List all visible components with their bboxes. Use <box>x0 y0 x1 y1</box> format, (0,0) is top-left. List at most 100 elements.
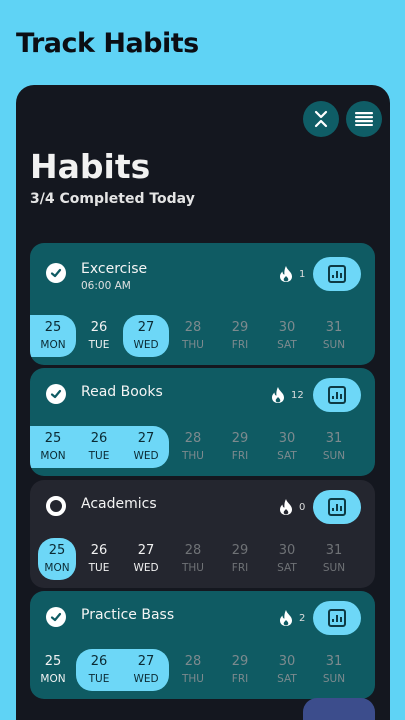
weekday-label: MON <box>44 562 70 574</box>
streak-count: 0 <box>299 502 306 513</box>
hamburger-menu-icon <box>355 112 373 126</box>
day-cell[interactable]: 30 SAT <box>264 649 310 691</box>
day-cell[interactable]: 27 WED <box>123 426 169 468</box>
streak-count: 1 <box>299 269 306 280</box>
completion-summary: 3/4 Completed Today <box>30 191 195 207</box>
day-number: 28 <box>184 320 202 335</box>
weekday-label: TUE <box>88 673 110 685</box>
weekday-label: THU <box>182 673 204 685</box>
weekday-label: WED <box>133 562 159 574</box>
day-number: 30 <box>278 431 296 446</box>
habit-card[interactable]: Excercise 06:00 AM 1 25 MON 26 TUE 27 WED 28 THU 29… <box>30 243 375 365</box>
flame-icon <box>280 610 292 626</box>
habit-card[interactable]: Practice Bass 2 25 MON 26 TUE 27 WED 28 THU 29 FRI 3… <box>30 591 375 699</box>
day-cell[interactable]: 29 FRI <box>217 315 263 357</box>
habit-card[interactable]: Academics 0 25 MON 26 TUE 27 WED 28 THU 29 FRI 30 SAT… <box>30 480 375 588</box>
day-cell[interactable]: 28 THU <box>170 649 216 691</box>
add-habit-button[interactable] <box>303 698 375 720</box>
day-cell[interactable]: 30 SAT <box>264 315 310 357</box>
habit-name: Read Books <box>81 384 163 400</box>
completed-toggle[interactable] <box>46 263 66 283</box>
incomplete-toggle[interactable] <box>46 496 66 516</box>
menu-button[interactable] <box>346 101 382 137</box>
weekday-label: WED <box>133 339 159 351</box>
day-number: 27 <box>137 543 155 558</box>
day-number: 25 <box>44 320 62 335</box>
day-cell[interactable]: 30 SAT <box>264 538 310 580</box>
weekday-label: SUN <box>322 450 346 462</box>
stats-button[interactable] <box>313 378 361 412</box>
day-cell[interactable]: 27 WED <box>123 315 169 357</box>
habit-name: Academics <box>81 496 157 512</box>
day-number: 30 <box>278 654 296 669</box>
collapse-arrows-icon <box>314 110 328 128</box>
weekday-label: TUE <box>88 562 110 574</box>
weekday-label: SAT <box>277 673 297 685</box>
day-number: 28 <box>184 654 202 669</box>
day-cell[interactable]: 26 TUE <box>76 315 122 357</box>
day-cell[interactable]: 26 TUE <box>76 649 122 691</box>
weekday-label: FRI <box>231 339 249 351</box>
day-cell[interactable]: 29 FRI <box>217 649 263 691</box>
weekday-label: THU <box>182 450 204 462</box>
collapse-button[interactable] <box>303 101 339 137</box>
day-number: 25 <box>44 431 62 446</box>
bar-chart-icon <box>328 265 346 283</box>
stats-button[interactable] <box>313 490 361 524</box>
day-number: 29 <box>231 543 249 558</box>
day-cell[interactable]: 27 WED <box>123 538 169 580</box>
day-cell[interactable]: 26 TUE <box>76 538 122 580</box>
day-number: 27 <box>137 320 155 335</box>
day-number: 30 <box>278 543 296 558</box>
day-cell[interactable]: 25 MON <box>30 426 76 468</box>
check-icon <box>50 612 62 622</box>
week-strip: 25 MON 26 TUE 27 WED 28 THU 29 FRI 30 SAT 31 SUN <box>30 426 375 468</box>
habits-heading: Habits <box>30 147 151 186</box>
completed-toggle[interactable] <box>46 607 66 627</box>
day-cell[interactable]: 26 TUE <box>76 426 122 468</box>
day-number: 31 <box>325 431 343 446</box>
day-number: 28 <box>184 431 202 446</box>
day-number: 31 <box>325 543 343 558</box>
habits-panel: Habits 3/4 Completed Today Excercise 06:0… <box>16 85 390 720</box>
day-number: 27 <box>137 654 155 669</box>
week-strip: 25 MON 26 TUE 27 WED 28 THU 29 FRI 30 SAT 31 SUN <box>30 538 375 580</box>
day-number: 27 <box>137 431 155 446</box>
check-icon <box>50 389 62 399</box>
day-number: 29 <box>231 320 249 335</box>
day-cell[interactable]: 30 SAT <box>264 426 310 468</box>
habit-name: Practice Bass <box>81 607 175 623</box>
week-strip: 25 MON 26 TUE 27 WED 28 THU 29 FRI 30 SAT 31 SUN <box>30 315 375 357</box>
day-cell[interactable]: 31 SUN <box>311 649 357 691</box>
weekday-label: THU <box>182 339 204 351</box>
bar-chart-icon <box>328 386 346 404</box>
stats-button[interactable] <box>313 601 361 635</box>
stats-button[interactable] <box>313 257 361 291</box>
day-cell[interactable]: 31 SUN <box>311 538 357 580</box>
day-cell[interactable]: 29 FRI <box>217 538 263 580</box>
weekday-label: FRI <box>231 673 249 685</box>
day-number: 26 <box>90 543 108 558</box>
streak-count: 2 <box>299 613 306 624</box>
day-cell[interactable]: 25 MON <box>30 315 76 357</box>
day-cell[interactable]: 31 SUN <box>311 315 357 357</box>
day-cell[interactable]: 28 THU <box>170 426 216 468</box>
weekday-label: WED <box>133 450 159 462</box>
week-strip: 25 MON 26 TUE 27 WED 28 THU 29 FRI 30 SAT 31 SUN <box>30 649 375 691</box>
completed-toggle[interactable] <box>46 384 66 404</box>
day-cell[interactable]: 25 MON <box>38 538 76 580</box>
day-cell[interactable]: 25 MON <box>30 649 76 691</box>
weekday-label: SUN <box>322 562 346 574</box>
weekday-label: FRI <box>231 562 249 574</box>
weekday-label: TUE <box>88 450 110 462</box>
day-cell[interactable]: 28 THU <box>170 315 216 357</box>
weekday-label: SAT <box>277 562 297 574</box>
day-cell[interactable]: 27 WED <box>123 649 169 691</box>
weekday-label: SUN <box>322 339 346 351</box>
weekday-label: MON <box>40 450 66 462</box>
habit-card[interactable]: Read Books 12 25 MON 26 TUE 27 WED 28 THU 29 FRI 30 S… <box>30 368 375 476</box>
day-cell[interactable]: 29 FRI <box>217 426 263 468</box>
day-cell[interactable]: 31 SUN <box>311 426 357 468</box>
weekday-label: SAT <box>277 339 297 351</box>
day-cell[interactable]: 28 THU <box>170 538 216 580</box>
